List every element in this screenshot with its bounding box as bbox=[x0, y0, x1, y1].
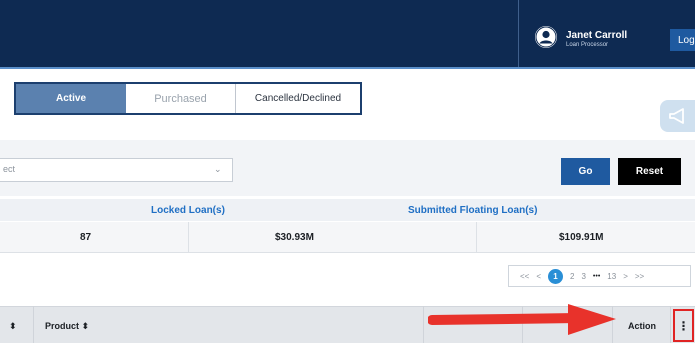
summary-divider bbox=[476, 222, 477, 253]
sort-icon[interactable]: ⬍ bbox=[9, 321, 17, 332]
column-divider bbox=[423, 306, 424, 343]
page-3-button[interactable]: 3 bbox=[581, 272, 585, 281]
summary-header-row bbox=[0, 199, 695, 221]
summary-value-locked: $30.93M bbox=[275, 232, 314, 243]
reset-button[interactable]: Reset bbox=[618, 158, 681, 185]
next-page-button[interactable]: > bbox=[623, 272, 628, 281]
page-ellipsis: ••• bbox=[592, 272, 601, 280]
column-header-product[interactable]: Product ⬍ bbox=[45, 321, 89, 332]
column-options-button[interactable]: ⋮ bbox=[673, 309, 694, 342]
summary-value-floating: $109.91M bbox=[559, 232, 604, 243]
submitted-floating-loans-label[interactable]: Submitted Floating Loan(s) bbox=[408, 205, 537, 216]
filter-select-value: ect bbox=[3, 164, 16, 174]
user-role: Loan Processor bbox=[566, 42, 609, 48]
megaphone-icon bbox=[668, 108, 684, 124]
locked-loans-label[interactable]: Locked Loan(s) bbox=[151, 205, 225, 216]
page-2-button[interactable]: 2 bbox=[570, 272, 574, 281]
chevron-down-icon: ⌄ bbox=[214, 164, 222, 174]
column-divider bbox=[33, 306, 34, 343]
summary-value-count: 87 bbox=[80, 232, 92, 243]
page-13-button[interactable]: 13 bbox=[607, 272, 616, 281]
user-name: Janet Carroll bbox=[566, 30, 628, 41]
person-icon bbox=[535, 26, 557, 48]
tab-purchased[interactable]: Purchased bbox=[126, 84, 236, 113]
prev-page-button[interactable]: < bbox=[536, 272, 541, 281]
filter-select[interactable]: ect ⌄ bbox=[0, 158, 233, 182]
go-button[interactable]: Go bbox=[561, 158, 610, 185]
last-page-button[interactable]: >> bbox=[635, 272, 644, 281]
user-avatar-icon[interactable] bbox=[535, 26, 557, 48]
status-tabs: Active Purchased Cancelled/Declined bbox=[14, 82, 362, 115]
annotation-arrow-icon bbox=[428, 304, 616, 335]
pagination: << < 1 2 3 ••• 13 > >> bbox=[508, 265, 691, 287]
logout-button[interactable]: Logout bbox=[670, 29, 695, 51]
tab-cancelled-declined[interactable]: Cancelled/Declined bbox=[236, 84, 360, 113]
tab-active[interactable]: Active bbox=[16, 84, 126, 113]
first-page-button[interactable]: << bbox=[520, 272, 529, 281]
summary-divider bbox=[188, 222, 189, 253]
kebab-menu-icon: ⋮ bbox=[677, 318, 690, 333]
page-1-button[interactable]: 1 bbox=[548, 268, 564, 284]
header-divider bbox=[518, 0, 519, 67]
column-header-action: Action bbox=[628, 321, 656, 331]
column-divider bbox=[670, 306, 671, 343]
announcement-widget[interactable] bbox=[660, 100, 695, 132]
